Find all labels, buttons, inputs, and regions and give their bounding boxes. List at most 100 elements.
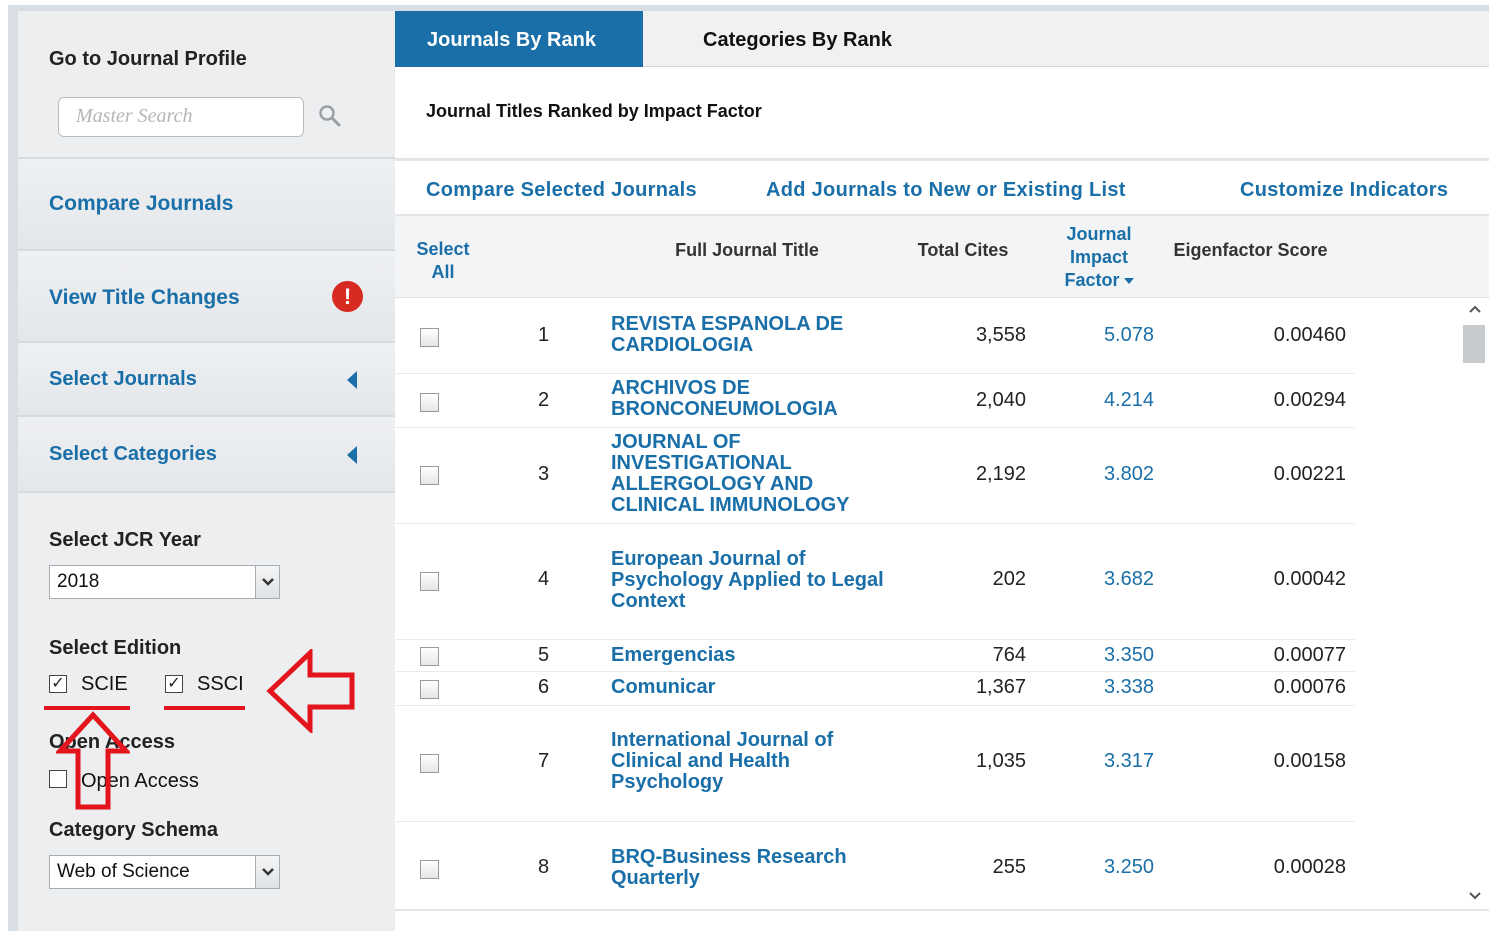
column-full-journal-title[interactable]: Full Journal Title	[627, 239, 867, 262]
compare-selected-journals-link[interactable]: Compare Selected Journals	[426, 179, 697, 202]
eigenfactor-cell: 0.00460	[1273, 324, 1346, 346]
sort-desc-icon	[1123, 278, 1134, 285]
search-icon[interactable]	[318, 104, 342, 128]
journal-title-link[interactable]: Emergencias	[611, 645, 911, 666]
journal-title-link[interactable]: REVISTA ESPANOLA DE CARDIOLOGIA	[611, 314, 911, 356]
ssci-label: SSCI	[197, 673, 244, 695]
table-row: 8 BRQ-Business Research Quarterly 255 3.…	[395, 822, 1355, 910]
journal-title-link[interactable]: International Journal of Clinical and He…	[611, 730, 861, 793]
jif-line3: Factor	[1064, 270, 1120, 290]
eigenfactor-cell: 0.00076	[1273, 676, 1346, 698]
row-checkbox[interactable]	[420, 393, 439, 412]
rank-cell: 2	[538, 389, 550, 411]
select-all-link[interactable]: Select All	[405, 238, 481, 284]
scie-underline-annotation	[44, 706, 130, 710]
arrow-left-annotation-icon	[266, 649, 355, 733]
row-checkbox[interactable]	[420, 680, 439, 699]
rank-cell: 6	[538, 676, 550, 698]
add-journals-to-list-link[interactable]: Add Journals to New or Existing List	[766, 179, 1126, 202]
compare-journals-link[interactable]: Compare Journals	[49, 192, 233, 216]
chevron-down-icon	[262, 578, 274, 586]
row-checkbox[interactable]	[420, 466, 439, 485]
jcr-year-value: 2018	[57, 571, 100, 592]
actions-bar: Compare Selected Journals Add Journals t…	[395, 158, 1489, 216]
scroll-thumb[interactable]	[1463, 325, 1485, 363]
ssci-underline-annotation	[164, 706, 245, 710]
jcr-year-select[interactable]: 2018	[49, 565, 280, 599]
row-checkbox[interactable]	[420, 328, 439, 347]
column-total-cites[interactable]: Total Cites	[903, 239, 1023, 262]
rank-cell: 3	[538, 463, 550, 485]
select-journals-panel[interactable]: Select Journals	[18, 343, 395, 417]
eigenfactor-cell: 0.00294	[1273, 389, 1346, 411]
scroll-down-icon[interactable]	[1468, 891, 1482, 901]
journal-title-link[interactable]: ARCHIVOS DE BRONCONEUMOLOGIA	[611, 378, 851, 420]
jif-cell[interactable]: 3.250	[1054, 856, 1154, 879]
row-checkbox[interactable]	[420, 860, 439, 879]
collapse-caret-icon[interactable]	[347, 446, 357, 464]
scie-checkbox[interactable]: ✓	[49, 675, 67, 693]
column-journal-impact-factor[interactable]: Journal Impact Factor	[1039, 223, 1159, 292]
scroll-up-icon[interactable]	[1468, 304, 1482, 314]
row-checkbox[interactable]	[420, 647, 439, 666]
table-row: 5 Emergencias 764 3.350 0.00077	[395, 640, 1355, 672]
total-cites-cell: 764	[992, 644, 1026, 666]
tab-categories-by-rank[interactable]: Categories By Rank	[703, 29, 892, 52]
table-scrollbar[interactable]	[1460, 298, 1489, 910]
jif-line1: Journal	[1066, 224, 1132, 244]
column-eigenfactor-score[interactable]: Eigenfactor Score	[1163, 239, 1338, 262]
collapse-caret-icon[interactable]	[347, 371, 357, 389]
select-categories-link[interactable]: Select Categories	[49, 443, 217, 466]
dropdown-button[interactable]	[255, 856, 279, 888]
customize-indicators-link[interactable]: Customize Indicators	[1240, 179, 1448, 202]
journal-table-body: 1 REVISTA ESPANOLA DE CARDIOLOGIA 3,558 …	[395, 298, 1355, 910]
rank-cell: 1	[538, 324, 550, 346]
dropdown-button[interactable]	[255, 566, 279, 598]
view-title-changes-link[interactable]: View Title Changes	[49, 286, 240, 310]
table-row: 6 Comunicar 1,367 3.338 0.00076	[395, 672, 1355, 706]
total-cites-cell: 1,035	[975, 750, 1026, 772]
table-bottom-border	[395, 909, 1489, 911]
eigenfactor-cell: 0.00158	[1273, 750, 1346, 772]
total-cites-cell: 1,367	[975, 676, 1026, 698]
table-row: 2 ARCHIVOS DE BRONCONEUMOLOGIA 2,040 4.2…	[395, 374, 1355, 428]
arrow-up-annotation-icon	[56, 711, 130, 810]
rank-cell: 4	[538, 568, 550, 590]
tab-journals-by-rank[interactable]: Journals By Rank	[395, 11, 643, 67]
table-row: 3 JOURNAL OF INVESTIGATIONAL ALLERGOLOGY…	[395, 428, 1355, 524]
journal-title-link[interactable]: JOURNAL OF INVESTIGATIONAL ALLERGOLOGY A…	[611, 432, 861, 516]
select-categories-panel[interactable]: Select Categories	[18, 417, 395, 493]
journal-title-link[interactable]: Comunicar	[611, 677, 911, 698]
row-checkbox[interactable]	[420, 572, 439, 591]
jif-cell[interactable]: 4.214	[1054, 389, 1154, 412]
compare-journals-panel[interactable]: Compare Journals	[18, 159, 395, 251]
category-schema-heading: Category Schema	[49, 819, 218, 841]
total-cites-cell: 255	[992, 856, 1026, 878]
total-cites-cell: 2,192	[975, 463, 1026, 485]
eigenfactor-cell: 0.00221	[1273, 463, 1346, 485]
category-schema-select[interactable]: Web of Science	[49, 855, 280, 889]
page-title: Journal Titles Ranked by Impact Factor	[426, 101, 762, 121]
jif-cell[interactable]: 3.682	[1054, 568, 1154, 591]
rank-cell: 7	[538, 750, 550, 772]
table-row: 7 International Journal of Clinical and …	[395, 706, 1355, 822]
jif-cell[interactable]: 3.317	[1054, 750, 1154, 773]
jif-cell[interactable]: 3.350	[1054, 644, 1154, 667]
select-journals-link[interactable]: Select Journals	[49, 368, 197, 391]
row-checkbox[interactable]	[420, 754, 439, 773]
jcr-year-heading: Select JCR Year	[49, 529, 201, 551]
table-row: 4 European Journal of Psychology Applied…	[395, 524, 1355, 640]
ssci-checkbox[interactable]: ✓	[165, 675, 183, 693]
jif-line2: Impact	[1069, 247, 1129, 267]
jif-cell[interactable]: 3.802	[1054, 463, 1154, 486]
journal-title-link[interactable]: European Journal of Psychology Applied t…	[611, 549, 901, 612]
total-cites-cell: 2,040	[975, 389, 1026, 411]
table-row: 1 REVISTA ESPANOLA DE CARDIOLOGIA 3,558 …	[395, 298, 1355, 374]
master-search-input[interactable]: Master Search	[58, 97, 304, 137]
category-schema-value: Web of Science	[57, 861, 190, 882]
jif-cell[interactable]: 3.338	[1054, 676, 1154, 699]
jif-cell[interactable]: 5.078	[1054, 324, 1154, 347]
select-all-line2: All	[431, 262, 455, 282]
journal-title-link[interactable]: BRQ-Business Research Quarterly	[611, 847, 861, 889]
chevron-down-icon	[262, 868, 274, 876]
